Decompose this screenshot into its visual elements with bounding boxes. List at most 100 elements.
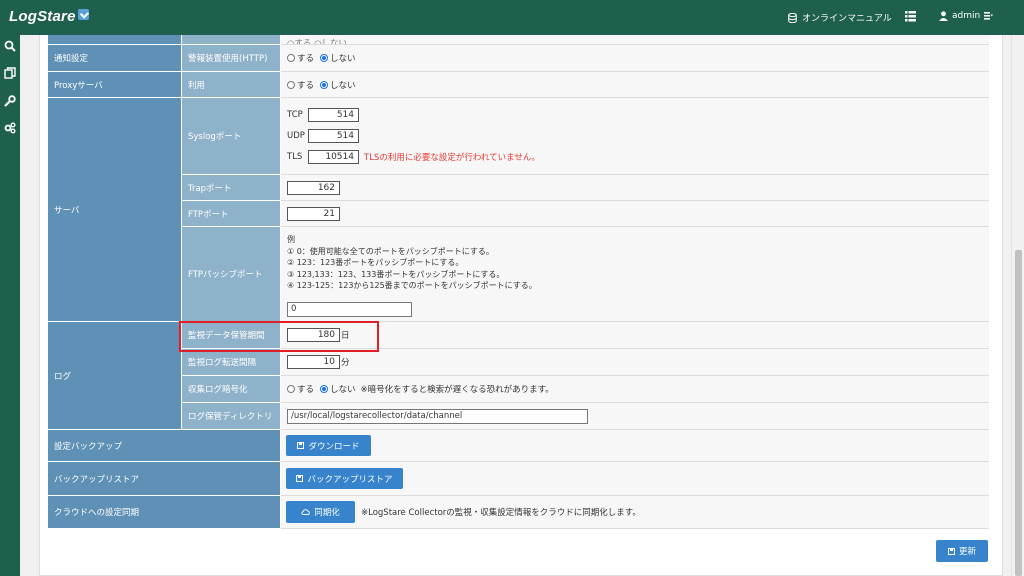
ftp-passive-label: FTPパッシブポート — [182, 227, 281, 322]
partial-row-value: ○する ○しない — [281, 35, 989, 45]
encrypt-label: 収集ログ暗号化 — [182, 376, 281, 403]
logo-check-icon — [77, 9, 89, 20]
trap-port-input[interactable]: 162 — [287, 180, 340, 195]
tcp-port-input[interactable]: 514 — [308, 107, 359, 122]
log-dir-value: /usr/local/logstarecollector/data/channe… — [281, 403, 989, 430]
passive-help-line: ③ 123,133：123、133番ポートをパッシブポートにする。 — [287, 269, 505, 279]
restore-button[interactable]: バックアップリストア — [286, 468, 403, 489]
log-group-label: ログ — [48, 322, 182, 430]
search-icon[interactable] — [4, 40, 16, 52]
ftp-port-label: FTPポート — [182, 201, 281, 227]
restore-label: バックアップリストア — [48, 462, 281, 496]
passive-help-line: ② 123：123番ポートをパッシブポートにする。 — [287, 258, 464, 268]
sync-button[interactable]: 同期化 — [286, 501, 355, 523]
database-icon — [788, 12, 797, 23]
tcp-label: TCP — [287, 109, 303, 120]
transfer-interval-value: 10 分 — [281, 349, 989, 376]
save-icon — [947, 547, 955, 555]
save-icon — [296, 475, 304, 482]
passive-help-line: ① 0：使用可能な全てのポートをパッシブポートにする。 — [287, 246, 494, 256]
download-button-label: ダウンロード — [308, 441, 360, 452]
page-scrollbar[interactable] — [1011, 35, 1024, 576]
tls-port-input[interactable]: 10514 — [308, 149, 359, 164]
copy-icon[interactable] — [4, 67, 16, 79]
udp-label: UDP — [287, 130, 305, 141]
user-menu[interactable]: admin — [939, 11, 994, 21]
partial-row-sub — [182, 35, 281, 45]
save-icon — [297, 442, 305, 449]
trap-port-value: 162 — [281, 175, 989, 201]
top-bar: LogStare オンラインマニュアル admin — [0, 0, 1024, 35]
update-button[interactable]: 更新 — [936, 540, 988, 562]
encrypt-value: する しない ※暗号化をすると検索が遅くなる恐れがあります。 — [281, 376, 989, 403]
udp-port-input[interactable]: 514 — [308, 128, 359, 143]
logo-text: LogStare — [9, 8, 76, 25]
backup-label: 設定バックアップ — [48, 430, 281, 462]
partial-row-group — [48, 35, 182, 45]
proxy-on-label: する — [297, 80, 315, 91]
log-dir-label: ログ保管ディレクトリ — [182, 403, 281, 430]
scrollbar-thumb[interactable] — [1015, 250, 1022, 576]
user-icon — [939, 11, 948, 21]
wrench-icon[interactable] — [4, 95, 16, 107]
proxy-group-label: Proxyサーバ — [48, 72, 182, 98]
proxy-on-radio[interactable] — [287, 80, 295, 89]
online-manual-link[interactable]: オンラインマニュアル — [788, 11, 892, 24]
passive-help-line: ④ 123-125：123から125番までのポートをパッシブポートにする。 — [287, 281, 537, 291]
menu-icon — [984, 12, 994, 20]
transfer-interval-input[interactable]: 10 — [287, 355, 340, 369]
partial-row-text: ○する ○しない — [287, 39, 348, 45]
update-button-label: 更新 — [958, 547, 976, 557]
retention-highlight-box — [179, 321, 379, 352]
syslog-port-label: Syslogポート — [182, 98, 281, 175]
trap-port-label: Trapポート — [182, 175, 281, 201]
transfer-unit: 分 — [341, 358, 350, 368]
encrypt-off-radio[interactable] — [320, 385, 329, 393]
sync-button-label: 同期化 — [314, 508, 340, 518]
retention-value: 180 日 — [281, 322, 989, 349]
restore-button-label: バックアップリストア — [307, 474, 393, 485]
passive-help: 例 ① 0：使用可能な全てのポートをパッシブポートにする。 ② 123：123番… — [287, 234, 989, 292]
log-dir-input[interactable]: /usr/local/logstarecollector/data/channe… — [287, 408, 588, 424]
download-button[interactable]: ダウンロード — [286, 435, 371, 456]
tls-label: TLS — [287, 151, 303, 162]
udp-row: UDP 514 — [287, 125, 989, 146]
user-name: admin — [952, 11, 981, 21]
cloud-icon — [301, 509, 311, 515]
notify-off-radio[interactable] — [320, 54, 329, 62]
online-manual-label: オンラインマニュアル — [802, 14, 892, 24]
passive-help-line: 例 — [287, 235, 295, 244]
ftp-port-input[interactable]: 21 — [287, 206, 340, 221]
tls-warning: TLSの利用に必要な設定が行われていません。 — [364, 152, 540, 163]
notify-off-label: しない — [330, 54, 356, 64]
proxy-off-radio[interactable] — [320, 80, 329, 89]
cloud-sync-value: ※LogStare Collectorの監視・収集設定情報をクラウドに同期化しま… — [281, 496, 989, 529]
notify-http-label: 警報装置使用(HTTP) — [182, 45, 281, 72]
notify-group-label: 通知設定 — [48, 45, 182, 72]
proxy-off-label: しない — [330, 80, 356, 91]
logo[interactable]: LogStare — [9, 8, 89, 25]
syslog-port-value: TCP 514 UDP 514 TLS 10514 TLSの利用に必要な設定が行… — [281, 98, 989, 175]
notify-on-radio[interactable] — [287, 54, 295, 62]
server-group-label: サーバ — [48, 98, 182, 322]
sidebar — [0, 35, 20, 576]
tls-row: TLS 10514 TLSの利用に必要な設定が行われていません。 — [287, 146, 989, 167]
notify-on-label: する — [297, 54, 315, 64]
transfer-interval-label: 監視ログ転送間隔 — [182, 349, 281, 376]
ftp-passive-input[interactable]: 0 — [287, 301, 412, 317]
notify-http-value: する しない — [281, 45, 989, 72]
encrypt-note: ※暗号化をすると検索が遅くなる恐れがあります。 — [360, 385, 554, 395]
ftp-passive-value: 例 ① 0：使用可能な全てのポートをパッシブポートにする。 ② 123：123番… — [281, 227, 989, 322]
backup-value — [281, 430, 989, 462]
proxy-use-label: 利用 — [182, 72, 281, 98]
cloud-sync-note: ※LogStare Collectorの監視・収集設定情報をクラウドに同期化しま… — [361, 508, 641, 518]
gears-icon[interactable] — [4, 122, 16, 134]
list-icon[interactable] — [905, 11, 916, 22]
proxy-use-value: する しない — [281, 72, 989, 98]
tcp-row: TCP 514 — [287, 104, 989, 125]
encrypt-on-label: する — [297, 385, 315, 395]
encrypt-on-radio[interactable] — [287, 385, 295, 393]
cloud-sync-label: クラウドへの設定同期 — [48, 496, 281, 529]
encrypt-off-label: しない — [330, 385, 356, 395]
ftp-port-value: 21 — [281, 201, 989, 227]
